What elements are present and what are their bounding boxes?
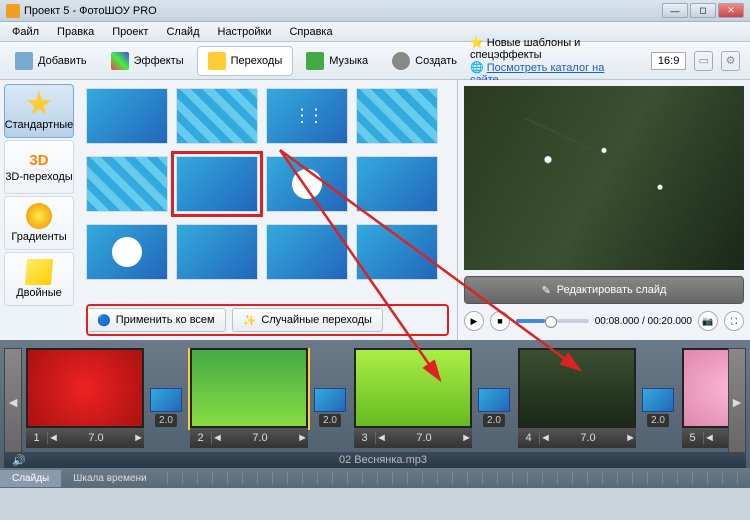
category-standard[interactable]: Стандартные xyxy=(4,84,74,138)
view-mode-button[interactable]: ▭ xyxy=(694,51,713,71)
tab-music[interactable]: Музыка xyxy=(295,46,379,76)
pencil-icon: ✎ xyxy=(542,284,551,297)
transition-thumb-selected[interactable] xyxy=(176,156,258,212)
double-icon xyxy=(25,259,53,285)
audio-track[interactable]: 🔊02 Веснянка.mp3 xyxy=(4,452,746,468)
category-sidebar: Стандартные 3D3D-переходы Градиенты Двой… xyxy=(0,80,78,340)
menu-help[interactable]: Справка xyxy=(281,24,340,40)
menu-slide[interactable]: Слайд xyxy=(158,24,207,40)
fullscreen-button[interactable]: ⛶ xyxy=(724,311,744,331)
transition-thumb[interactable] xyxy=(356,156,438,212)
transition-thumb[interactable] xyxy=(86,156,168,212)
wand-icon: ✨ xyxy=(243,314,257,327)
slide-thumb[interactable]: 2◄7.0► xyxy=(190,348,308,448)
speaker-icon: 🔊 xyxy=(12,454,28,467)
transition-thumb[interactable] xyxy=(86,224,168,280)
globe-icon: 🔵 xyxy=(97,314,111,327)
transition-thumb[interactable] xyxy=(356,88,438,144)
tab-transitions[interactable]: Переходы xyxy=(197,46,294,76)
close-button[interactable]: ✕ xyxy=(718,3,744,18)
transition-slot[interactable]: 2.0 xyxy=(640,348,676,427)
main-toolbar: Добавить Эффекты Переходы Музыка Создать… xyxy=(0,42,750,80)
tab-transitions-label: Переходы xyxy=(231,55,283,67)
preview-panel: ✎Редактировать слайд ▶ ■ 00:08.000 / 00:… xyxy=(458,80,750,340)
menu-edit[interactable]: Правка xyxy=(49,24,102,40)
music-note-icon xyxy=(306,52,324,70)
transition-thumb[interactable] xyxy=(266,88,348,144)
star-icon xyxy=(208,52,226,70)
snapshot-button[interactable]: 📷 xyxy=(698,311,718,331)
menu-settings[interactable]: Настройки xyxy=(210,24,280,40)
transition-thumb[interactable] xyxy=(86,88,168,144)
slide-thumb[interactable]: 4◄7.0► xyxy=(518,348,636,448)
tab-effects[interactable]: Эффекты xyxy=(100,46,195,76)
apply-all-button[interactable]: 🔵Применить ко всем xyxy=(86,308,226,332)
menu-project[interactable]: Проект xyxy=(104,24,156,40)
play-button[interactable]: ▶ xyxy=(464,311,484,331)
transition-slot[interactable]: 2.0 xyxy=(476,348,512,427)
settings-button[interactable]: ⚙ xyxy=(721,51,740,71)
tab-music-label: Музыка xyxy=(329,55,368,67)
bottom-tab-slides[interactable]: Слайды xyxy=(0,470,61,487)
tab-create-label: Создать xyxy=(415,55,457,67)
category-gradients[interactable]: Градиенты xyxy=(4,196,74,250)
time-display: 00:08.000 / 00:20.000 xyxy=(595,316,692,327)
star-icon xyxy=(26,91,52,117)
tab-create[interactable]: Создать xyxy=(381,46,468,76)
category-3d[interactable]: 3D3D-переходы xyxy=(4,140,74,194)
tab-effects-label: Эффекты xyxy=(134,55,184,67)
timeline-next[interactable]: ► xyxy=(728,348,746,456)
timeline-slides: 1◄7.0►2.02◄7.0►2.03◄7.0►2.04◄7.0►2.05◄7.… xyxy=(22,348,728,448)
minimize-button[interactable]: — xyxy=(662,3,688,18)
window-title: Проект 5 - ФотоШОУ PRO xyxy=(24,5,157,17)
slide-thumb[interactable]: 1◄7.0► xyxy=(26,348,144,448)
transition-thumb[interactable] xyxy=(176,88,258,144)
tab-add-label: Добавить xyxy=(38,55,87,67)
3d-icon: 3D xyxy=(29,152,48,169)
menu-file[interactable]: Файл xyxy=(4,24,47,40)
transition-slot[interactable]: 2.0 xyxy=(312,348,348,427)
transition-thumb[interactable] xyxy=(356,224,438,280)
edit-slide-button[interactable]: ✎Редактировать слайд xyxy=(464,276,744,304)
slide-thumb[interactable]: 5◄7.0► xyxy=(682,348,728,448)
transition-slot[interactable]: 2.0 xyxy=(148,348,184,427)
palette-icon xyxy=(111,52,129,70)
transition-thumb[interactable] xyxy=(266,156,348,212)
gradient-icon xyxy=(26,203,52,229)
ruler xyxy=(167,472,742,484)
slide-thumb[interactable]: 3◄7.0► xyxy=(354,348,472,448)
titlebar: Проект 5 - ФотоШОУ PRO — ◻ ✕ xyxy=(0,0,750,22)
aspect-ratio[interactable]: 16:9 xyxy=(651,52,686,70)
category-double[interactable]: Двойные xyxy=(4,252,74,306)
bottom-tab-timescale[interactable]: Шкала времени xyxy=(61,470,158,487)
timeline: ◄ 1◄7.0►2.02◄7.0►2.03◄7.0►2.04◄7.0►2.05◄… xyxy=(0,340,750,488)
maximize-button[interactable]: ◻ xyxy=(690,3,716,18)
disc-icon xyxy=(392,52,410,70)
progress-slider[interactable] xyxy=(516,319,589,323)
transitions-grid xyxy=(86,88,457,304)
stop-button[interactable]: ■ xyxy=(490,311,510,331)
random-transitions-button[interactable]: ✨Случайные переходы xyxy=(232,308,383,332)
transition-thumb[interactable] xyxy=(266,224,348,280)
preview-viewport xyxy=(464,86,744,270)
transitions-panel: Стандартные 3D3D-переходы Градиенты Двой… xyxy=(0,80,458,340)
camera-icon xyxy=(15,52,33,70)
transition-thumb[interactable] xyxy=(176,224,258,280)
info-line: ⭐ Новые шаблоны и спецэффекты xyxy=(470,36,643,61)
app-icon xyxy=(6,4,20,18)
timeline-prev[interactable]: ◄ xyxy=(4,348,22,456)
tab-add[interactable]: Добавить xyxy=(4,46,98,76)
